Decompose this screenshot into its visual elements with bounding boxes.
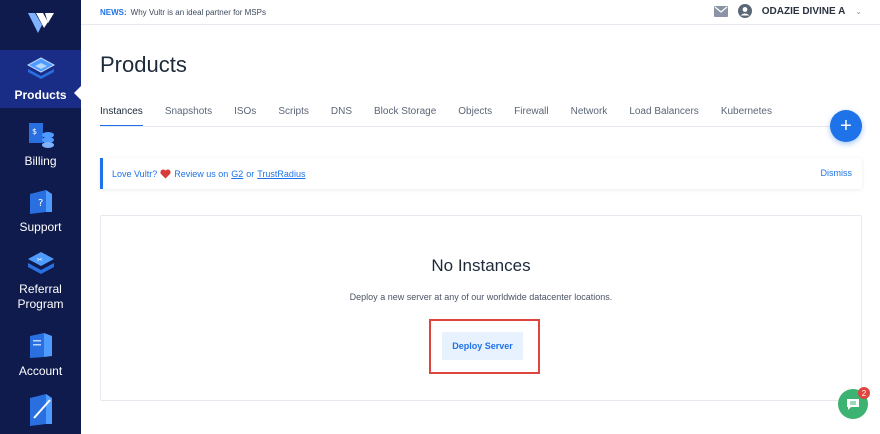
- user-area: ODAZIE DIVINE A ⌄: [713, 4, 862, 18]
- add-button[interactable]: +: [830, 110, 862, 142]
- tab-block-storage[interactable]: Block Storage: [374, 106, 436, 127]
- product-tabs: Instances Snapshots ISOs Scripts DNS Blo…: [100, 106, 794, 127]
- svg-text:✂: ✂: [37, 256, 43, 264]
- svg-text:$: $: [32, 127, 37, 136]
- banner-prefix: Love Vultr?: [112, 168, 158, 179]
- chevron-down-icon[interactable]: ⌄: [855, 7, 862, 16]
- sidebar-item-account[interactable]: Account: [0, 330, 81, 382]
- active-indicator: [74, 86, 81, 100]
- user-name[interactable]: ODAZIE DIVINE A: [762, 6, 846, 17]
- topbar: NEWS: Why Vultr is an ideal partner for M…: [81, 0, 880, 25]
- empty-state-card: No Instances Deploy a new server at any …: [100, 215, 862, 401]
- tab-isos[interactable]: ISOs: [234, 106, 256, 127]
- heart-icon: [160, 168, 171, 178]
- sidebar-item-referral[interactable]: ✂ Referral Program: [0, 250, 81, 314]
- vultr-logo[interactable]: [0, 0, 81, 48]
- sidebar-item-products[interactable]: Products: [0, 50, 81, 108]
- document-icon: [29, 394, 52, 426]
- tab-network[interactable]: Network: [571, 106, 608, 127]
- deploy-server-button[interactable]: Deploy Server: [442, 332, 523, 360]
- sidebar-item-label: Support: [19, 220, 62, 234]
- app-root: Products $ Billing ? Support ✂ Referral …: [0, 0, 880, 434]
- sidebar-item-label: Products: [14, 88, 67, 102]
- tabs-divider: [100, 126, 862, 127]
- svg-text:?: ?: [38, 198, 43, 209]
- billing-icon: $: [28, 123, 54, 148]
- g2-link[interactable]: G2: [231, 169, 243, 179]
- tab-instances[interactable]: Instances: [100, 106, 143, 127]
- sidebar-item-label: Account: [18, 364, 63, 378]
- account-icon: [29, 333, 52, 358]
- user-avatar-icon[interactable]: [737, 4, 752, 18]
- chat-badge: 2: [858, 387, 870, 399]
- banner-middle: Review us on: [174, 168, 229, 179]
- banner-or: or: [246, 168, 255, 179]
- empty-state-title: No Instances: [431, 256, 531, 275]
- tab-snapshots[interactable]: Snapshots: [165, 106, 212, 127]
- news-ticker[interactable]: NEWS: Why Vultr is an ideal partner for M…: [100, 8, 266, 17]
- referral-icon: ✂: [27, 252, 54, 274]
- tab-dns[interactable]: DNS: [331, 106, 352, 127]
- dismiss-button[interactable]: Dismiss: [821, 168, 853, 178]
- news-label: NEWS:: [100, 7, 127, 17]
- plus-icon: +: [840, 114, 852, 137]
- mail-icon[interactable]: [713, 5, 728, 17]
- tab-kubernetes[interactable]: Kubernetes: [721, 106, 772, 127]
- sidebar-item-support[interactable]: ? Support: [0, 186, 81, 242]
- news-text[interactable]: Why Vultr is an ideal partner for MSPs: [131, 8, 266, 17]
- tab-objects[interactable]: Objects: [458, 106, 492, 127]
- sidebar-item-billing[interactable]: $ Billing: [0, 120, 81, 176]
- review-banner: Love Vultr? Review us on G2 or TrustRadi…: [100, 158, 862, 189]
- banner-message: Love Vultr? Review us on G2 or TrustRadi…: [112, 169, 305, 179]
- page-title: Products: [100, 52, 187, 77]
- sidebar-item-label: Billing: [24, 154, 57, 168]
- tab-scripts[interactable]: Scripts: [278, 106, 309, 127]
- trustradius-link[interactable]: TrustRadius: [257, 169, 305, 179]
- sidebar-item-label: Referral Program: [17, 282, 64, 311]
- products-icon: [26, 57, 55, 79]
- tab-firewall[interactable]: Firewall: [514, 106, 548, 127]
- sidebar: Products $ Billing ? Support ✂ Referral …: [0, 0, 81, 434]
- vultr-logo-icon: [27, 13, 54, 33]
- support-icon: ?: [29, 190, 52, 214]
- empty-state-subtitle: Deploy a new server at any of our worldw…: [349, 292, 613, 302]
- chat-icon: [847, 398, 859, 410]
- tab-load-balancers[interactable]: Load Balancers: [629, 106, 699, 127]
- sidebar-item-more[interactable]: [0, 392, 81, 434]
